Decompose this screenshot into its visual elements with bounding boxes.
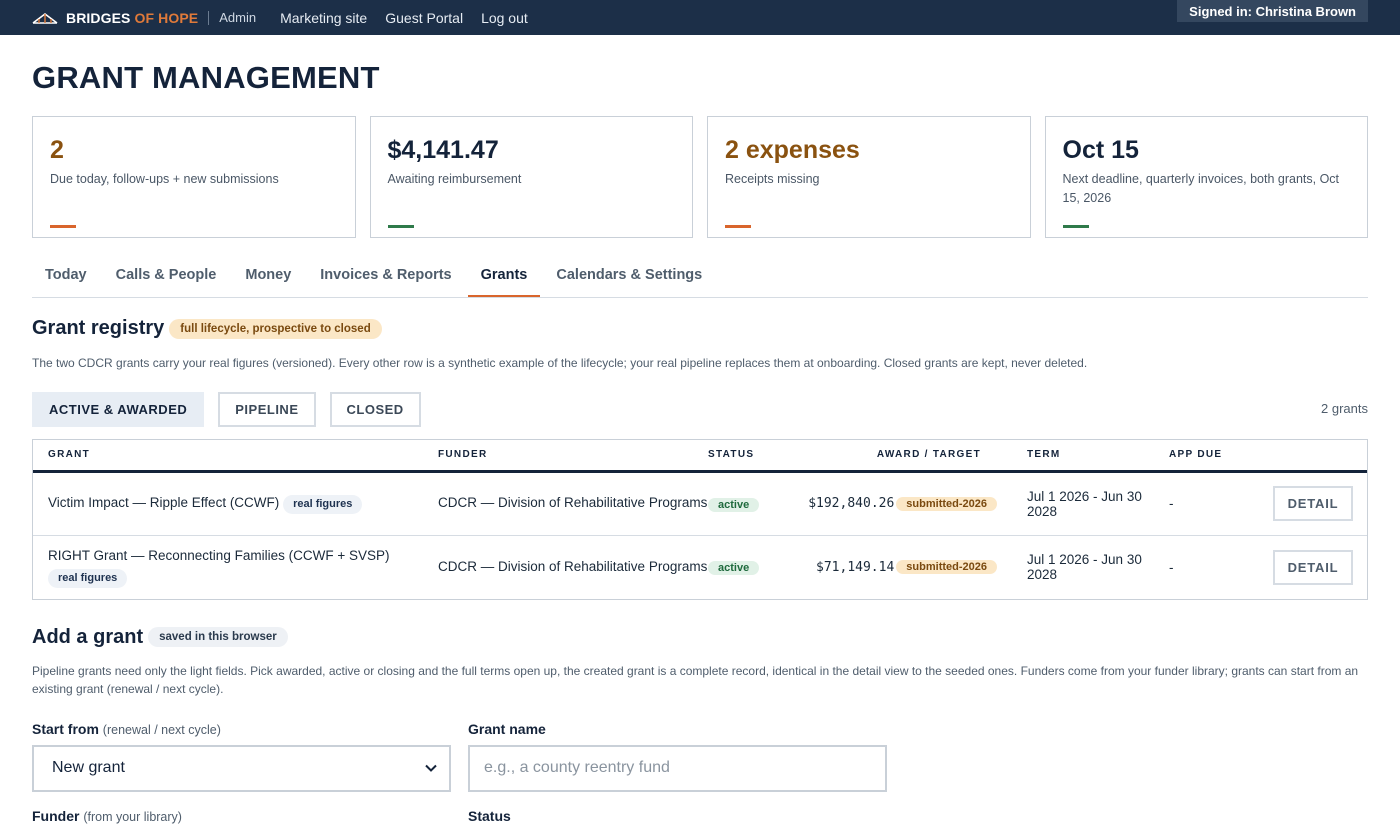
top-nav-bar: BRIDGES OF HOPE Admin Marketing site Gue…: [0, 0, 1400, 35]
award-amount: $192,840.26: [808, 496, 895, 512]
tab-grants[interactable]: Grants: [467, 261, 541, 298]
status-label: Status: [468, 807, 511, 824]
funder-field: Funder (from your library): [32, 808, 451, 826]
admin-label: Admin: [219, 10, 257, 25]
section-tabs: Today Calls & People Money Invoices & Re…: [32, 261, 1368, 299]
status-cell: active: [708, 559, 778, 576]
card-accent-bar: [1062, 225, 1089, 229]
brand-divider: [208, 10, 210, 25]
status-field: Status: [468, 808, 887, 826]
card-value: $4,141.47: [387, 136, 499, 165]
col-header-award: AWARD / TARGET: [876, 449, 981, 461]
detail-button[interactable]: DETAIL: [1273, 486, 1353, 522]
grant-name-input[interactable]: e.g., a county reentry fund: [468, 744, 887, 792]
grant-name-field: Grant name e.g., a county reentry fund: [468, 721, 887, 792]
registry-description: The two CDCR grants carry your real figu…: [32, 356, 1088, 371]
status-cell: active: [708, 496, 778, 512]
start-from-value: New grant: [52, 759, 125, 777]
summary-card-receipts-missing[interactable]: 2 expenses Receipts missing: [707, 116, 1031, 239]
card-value: 2 expenses: [725, 136, 860, 165]
summary-cards: 2 Due today, follow-ups + new submission…: [32, 116, 1368, 239]
start-from-label: Start from (renewal / next cycle): [32, 720, 221, 737]
app-due-cell: -: [1169, 496, 1174, 512]
brand-name: BRIDGES OF HOPE: [66, 9, 199, 26]
section-title: Add a grant: [32, 625, 144, 648]
card-value: Oct 15: [1062, 136, 1139, 165]
funder-cell: CDCR — Division of Rehabilitative Progra…: [438, 495, 708, 511]
col-header-grant: GRANT: [48, 448, 91, 460]
tab-today[interactable]: Today: [32, 261, 100, 297]
col-header-funder: FUNDER: [438, 448, 488, 460]
add-grant-form: Start from (renewal / next cycle) New gr…: [32, 721, 1368, 826]
summary-card-due-today[interactable]: 2 Due today, follow-ups + new submission…: [32, 116, 356, 239]
tab-calendars-settings[interactable]: Calendars & Settings: [543, 261, 715, 297]
signed-in-badge: Signed in: Christina Brown: [1177, 0, 1368, 22]
table-row: Victim Impact — Ripple Effect (CCWF) rea…: [33, 473, 1367, 536]
funder-label: Funder (from your library): [32, 807, 182, 824]
app-due-cell: -: [1169, 559, 1174, 575]
summary-card-next-deadline[interactable]: Oct 15 Next deadline, quarterly invoices…: [1044, 116, 1368, 239]
award-version-tag: submitted-2026: [896, 496, 997, 511]
filter-active-awarded-button[interactable]: ACTIVE & AWARDED: [32, 391, 205, 427]
tab-calls-people[interactable]: Calls & People: [103, 261, 230, 297]
chevron-down-icon: [425, 765, 437, 773]
funder-cell: CDCR — Division of Rehabilitative Progra…: [438, 558, 708, 574]
section-title: Grant registry: [32, 317, 165, 340]
table-row: RIGHT Grant — Reconnecting Families (CCW…: [33, 536, 1367, 599]
award-version-tag: submitted-2026: [896, 560, 997, 575]
card-accent-bar: [387, 225, 414, 229]
grant-name-cell: Victim Impact — Ripple Effect (CCWF) rea…: [33, 493, 438, 515]
grant-name: RIGHT Grant — Reconnecting Families (CCW…: [48, 548, 390, 564]
grant-name-label: Grant name: [468, 720, 546, 737]
bridge-logo-icon: [32, 12, 58, 24]
real-figures-tag: real figures: [48, 569, 128, 589]
grant-name: Victim Impact — Ripple Effect (CCWF): [48, 495, 280, 511]
award-cell: $192,840.26 submitted-2026: [778, 496, 997, 511]
tab-invoices-reports[interactable]: Invoices & Reports: [307, 261, 464, 297]
saved-locally-badge: saved in this browser: [148, 627, 288, 648]
add-grant-header: Add a grant saved in this browser: [32, 626, 1368, 649]
grant-name-cell: RIGHT Grant — Reconnecting Families (CCW…: [33, 546, 438, 589]
award-cell: $71,149.14 submitted-2026: [778, 560, 997, 575]
nav-link-marketing-site[interactable]: Marketing site: [280, 10, 367, 26]
grants-table: GRANT FUNDER STATUS AWARD / TARGET TERM …: [32, 438, 1368, 600]
card-value: 2: [50, 136, 64, 165]
term-cell: Jul 1 2026 - Jun 30 2028: [1027, 552, 1142, 583]
card-description: Awaiting reimbursement: [387, 172, 522, 187]
table-header: GRANT FUNDER STATUS AWARD / TARGET TERM …: [33, 440, 1367, 473]
card-description: Due today, follow-ups + new submissions: [50, 172, 279, 187]
summary-card-reimbursement[interactable]: $4,141.47 Awaiting reimbursement: [369, 116, 693, 239]
start-from-field: Start from (renewal / next cycle) New gr…: [32, 721, 451, 792]
card-accent-bar: [50, 225, 76, 229]
page-title: GRANT MANAGEMENT: [32, 60, 380, 95]
real-figures-tag: real figures: [283, 495, 363, 515]
action-cell: DETAIL: [1249, 486, 1367, 522]
term-cell: Jul 1 2026 - Jun 30 2028: [1027, 488, 1142, 519]
col-header-status: STATUS: [708, 449, 755, 461]
status-badge: active: [708, 497, 760, 512]
grant-registry-header: Grant registry full lifecycle, prospecti…: [32, 317, 1368, 340]
top-nav-links: Marketing site Guest Portal Log out: [280, 10, 528, 26]
nav-link-log-out[interactable]: Log out: [481, 10, 528, 26]
nav-link-guest-portal[interactable]: Guest Portal: [385, 10, 463, 26]
status-badge: active: [708, 561, 760, 576]
filter-pipeline-button[interactable]: PIPELINE: [218, 391, 316, 427]
award-amount: $71,149.14: [816, 559, 895, 575]
card-accent-bar: [725, 225, 751, 229]
tab-money[interactable]: Money: [232, 261, 304, 297]
card-description: Next deadline, quarterly invoices, both …: [1062, 172, 1340, 205]
card-description: Receipts missing: [725, 172, 820, 187]
grant-count: 2 grants: [1321, 400, 1368, 416]
lifecycle-badge: full lifecycle, prospective to closed: [169, 318, 382, 339]
brand-logo[interactable]: BRIDGES OF HOPE: [32, 10, 198, 26]
grant-filter-bar: ACTIVE & AWARDED PIPELINE CLOSED 2 grant…: [32, 391, 1368, 427]
detail-button[interactable]: DETAIL: [1273, 549, 1353, 585]
start-from-select[interactable]: New grant: [32, 744, 451, 792]
col-header-term: TERM: [1027, 449, 1061, 461]
col-header-app-due: APP DUE: [1169, 449, 1223, 461]
add-grant-description: Pipeline grants need only the light fiel…: [32, 663, 1359, 697]
filter-closed-button[interactable]: CLOSED: [329, 391, 421, 427]
action-cell: DETAIL: [1249, 549, 1367, 585]
